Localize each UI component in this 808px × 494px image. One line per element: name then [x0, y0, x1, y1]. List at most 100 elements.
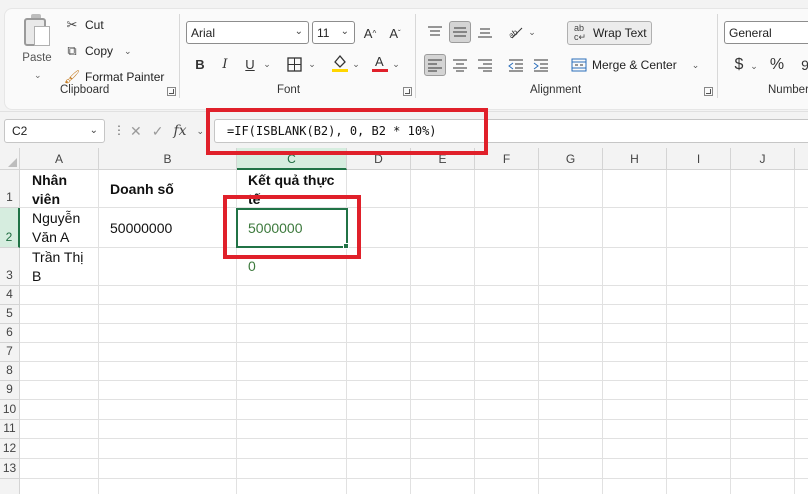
scissors-icon: ✂: [66, 17, 78, 32]
highlight-box-result: [223, 195, 361, 259]
row-header-5[interactable]: 5: [0, 305, 20, 324]
name-box[interactable]: C2 ⌄: [4, 119, 105, 143]
column-header-h[interactable]: H: [603, 148, 667, 170]
worksheet-grid[interactable]: A B C D E F G H I J 1 2 3 4 5 6 7 8 9 10…: [0, 148, 808, 494]
svg-text:ab: ab: [507, 27, 520, 40]
cell-a1[interactable]: Nhân viên: [21, 171, 99, 209]
copy-label: Copy: [85, 44, 114, 58]
cell-c3[interactable]: 0: [237, 257, 347, 276]
highlight-box-formula: [206, 108, 488, 155]
name-box-value: C2: [12, 124, 28, 138]
row-header-9[interactable]: 9: [0, 381, 20, 400]
confirm-icon[interactable]: ✓: [152, 123, 164, 140]
divider: [415, 14, 416, 98]
font-color-icon[interactable]: A: [369, 52, 391, 74]
paintbrush-icon: 🖌: [63, 69, 81, 84]
merge-center-label: Merge & Center: [592, 58, 677, 72]
row-header-6[interactable]: 6: [0, 324, 20, 343]
paste-button[interactable]: Paste ⌄: [16, 12, 56, 81]
chevron-down-icon[interactable]: ⌄: [197, 126, 205, 137]
chevron-down-icon[interactable]: ⌄: [526, 21, 538, 43]
row-header-2[interactable]: 2: [0, 208, 20, 248]
font-size-value: 11: [317, 25, 330, 40]
column-header-i[interactable]: I: [667, 148, 731, 170]
row-header-1[interactable]: 1: [0, 170, 20, 208]
copy-icon: ⧉: [67, 43, 77, 58]
row-header-14[interactable]: [0, 479, 20, 494]
comma-style-icon[interactable]: 9: [794, 54, 808, 76]
font-launcher-icon[interactable]: [403, 87, 412, 96]
increase-font-size-icon[interactable]: A ^: [359, 22, 381, 44]
font-group-label: Font: [277, 84, 301, 96]
paste-label: Paste: [22, 52, 52, 64]
currency-icon[interactable]: $: [728, 54, 750, 76]
row-header-8[interactable]: 8: [0, 362, 20, 381]
divider: [717, 14, 718, 98]
percent-icon[interactable]: %: [766, 54, 788, 76]
chevron-down-icon[interactable]: ⌄: [124, 46, 132, 57]
borders-icon[interactable]: [283, 53, 305, 75]
font-name-value: Arial: [191, 25, 216, 40]
chevron-down-icon[interactable]: ⌄: [261, 53, 273, 75]
chevron-down-icon[interactable]: ⌄: [692, 60, 700, 71]
alignment-launcher-icon[interactable]: [704, 87, 713, 96]
cell-b2[interactable]: 50000000: [99, 219, 236, 238]
cell-a3[interactable]: Trần Thị B: [21, 248, 99, 286]
insert-function-icon[interactable]: fx: [173, 123, 186, 139]
wrap-text-icon: ab c↵: [573, 23, 587, 42]
column-header-a[interactable]: A: [20, 148, 99, 170]
row-header-11[interactable]: 11: [0, 420, 20, 439]
cut-label: Cut: [85, 18, 104, 32]
chevron-down-icon[interactable]: ⌄: [748, 55, 760, 77]
svg-text:A: A: [375, 54, 384, 69]
chevron-down-icon[interactable]: ⌄: [34, 70, 42, 81]
chevron-down-icon[interactable]: ⌄: [306, 53, 318, 75]
italic-button[interactable]: I: [214, 53, 236, 75]
align-bottom-icon[interactable]: [474, 21, 496, 43]
row-header-4[interactable]: 4: [0, 286, 20, 305]
ribbon: Paste ⌄ ✂ Cut ⧉ Copy ⌄ 🖌 Format Painter …: [0, 0, 808, 112]
align-middle-icon[interactable]: [449, 21, 471, 43]
row-header-10[interactable]: 10: [0, 400, 20, 420]
align-top-icon[interactable]: [424, 21, 446, 43]
underline-button[interactable]: U: [239, 53, 261, 75]
chevron-down-icon: ⌄: [89, 125, 98, 136]
chevron-down-icon[interactable]: ⌄: [390, 53, 402, 75]
merge-center-button[interactable]: Merge & Center ⌄: [571, 55, 699, 75]
decrease-font-size-icon[interactable]: Aˇ: [384, 22, 406, 44]
increase-indent-icon[interactable]: [530, 54, 552, 76]
cancel-icon[interactable]: ✕: [130, 123, 142, 140]
column-header-k[interactable]: [795, 148, 808, 170]
decrease-indent-icon[interactable]: [505, 54, 527, 76]
row-header-13[interactable]: 13: [0, 459, 20, 479]
align-left-icon[interactable]: [424, 54, 446, 76]
column-header-j[interactable]: J: [731, 148, 795, 170]
font-size-select[interactable]: 11 ⌄: [312, 21, 355, 44]
copy-button[interactable]: ⧉ Copy ⌄: [64, 41, 132, 61]
merge-cells-icon: [571, 57, 587, 73]
align-center-icon[interactable]: [449, 54, 471, 76]
fill-color-icon[interactable]: [329, 52, 351, 74]
alignment-group-label: Alignment: [530, 84, 582, 96]
select-all-button[interactable]: [0, 148, 20, 170]
row-header-7[interactable]: 7: [0, 343, 20, 362]
divider: [179, 14, 180, 98]
wrap-text-button[interactable]: ab c↵ Wrap Text: [567, 21, 652, 45]
chevron-down-icon[interactable]: ⌄: [350, 53, 362, 75]
cell-b1[interactable]: Doanh số: [99, 180, 236, 199]
font-name-select[interactable]: Arial ⌄: [186, 21, 309, 44]
orientation-icon[interactable]: ab: [505, 21, 527, 43]
formula-actions: ✕ ✓ fx ⌄: [126, 119, 216, 143]
column-header-g[interactable]: G: [539, 148, 603, 170]
align-right-icon[interactable]: [474, 54, 496, 76]
row-header-3[interactable]: 3: [0, 248, 20, 286]
cell-a2[interactable]: Nguyễn Văn A: [21, 209, 99, 247]
row-header-12[interactable]: 12: [0, 439, 20, 459]
clipboard-launcher-icon[interactable]: [167, 87, 176, 96]
number-format-select[interactable]: General: [724, 21, 808, 44]
chevron-down-icon: ⌄: [294, 26, 303, 37]
more-options-icon[interactable]: ⋮: [113, 123, 125, 137]
bold-button[interactable]: B: [189, 53, 211, 75]
number-format-value: General: [729, 25, 772, 40]
cut-button[interactable]: ✂ Cut: [64, 15, 104, 35]
